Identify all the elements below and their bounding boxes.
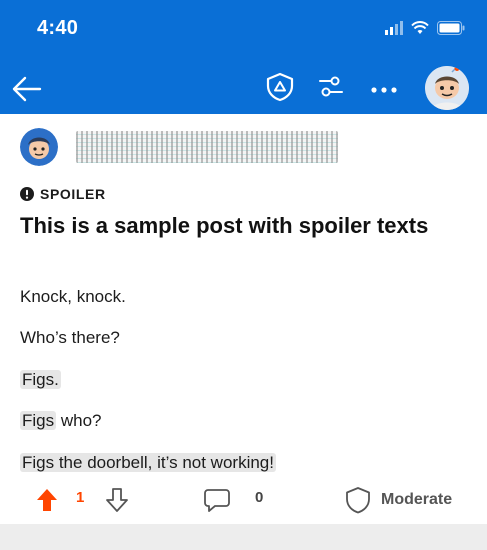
downvote-button[interactable] — [105, 487, 129, 513]
status-time: 4:40 — [37, 17, 79, 39]
post-action-bar: 1 0 Moderate — [0, 481, 487, 517]
feed-separator — [0, 524, 487, 550]
body-text: Who’s there? — [20, 328, 120, 347]
spoiler-flair: SPOILER — [20, 185, 106, 203]
upvote-button[interactable] — [35, 487, 59, 513]
back-button[interactable] — [10, 72, 44, 106]
moderate-button[interactable]: Moderate — [345, 485, 452, 515]
nav-bar — [0, 62, 487, 114]
shield-icon — [346, 487, 370, 514]
comment-bubble-icon — [204, 489, 230, 512]
body-line-1: Knock, knock. — [20, 285, 126, 309]
signal-icon — [385, 21, 403, 35]
body-text: who? — [56, 411, 102, 430]
post-header — [20, 125, 470, 169]
mod-shield-button[interactable] — [264, 71, 296, 103]
top-bar: 4:40 — [0, 0, 487, 114]
shield-triangle-icon — [266, 72, 294, 102]
body-text: Knock, knock. — [20, 287, 126, 306]
post-title: This is a sample post with spoiler texts — [20, 213, 429, 238]
author-avatar-icon — [20, 128, 58, 166]
wifi-icon — [411, 21, 429, 34]
arrow-up-filled-icon — [37, 489, 57, 511]
comment-count: 0 — [255, 489, 264, 506]
redacted-author-info — [76, 131, 338, 163]
user-avatar-icon — [425, 66, 469, 110]
spoiler-text[interactable]: Figs. — [20, 370, 61, 389]
moderate-label: Moderate — [381, 491, 453, 508]
spoiler-text[interactable]: Figs the doorbell, it’s not working! — [20, 453, 276, 472]
spoiler-text[interactable]: Figs — [20, 411, 57, 430]
body-line-4: Figs who? — [20, 409, 102, 433]
body-line-3: Figs. — [20, 368, 61, 392]
status-icons — [385, 20, 465, 36]
more-horizontal-icon — [371, 87, 397, 93]
vote-count: 1 — [76, 489, 85, 506]
more-options-button[interactable] — [368, 74, 400, 102]
arrow-left-icon — [12, 76, 42, 102]
user-avatar-button[interactable] — [425, 66, 469, 110]
sliders-icon — [319, 76, 343, 97]
filter-button[interactable] — [318, 73, 344, 101]
comments-button[interactable] — [203, 486, 231, 514]
body-line-2: Who’s there? — [20, 326, 120, 350]
battery-icon — [437, 21, 465, 35]
alert-circle-icon — [20, 187, 34, 201]
post-author-avatar[interactable] — [20, 128, 58, 166]
body-line-5: Figs the doorbell, it’s not working! — [20, 451, 276, 475]
spoiler-flair-label: SPOILER — [40, 186, 106, 202]
arrow-down-icon — [106, 488, 128, 512]
